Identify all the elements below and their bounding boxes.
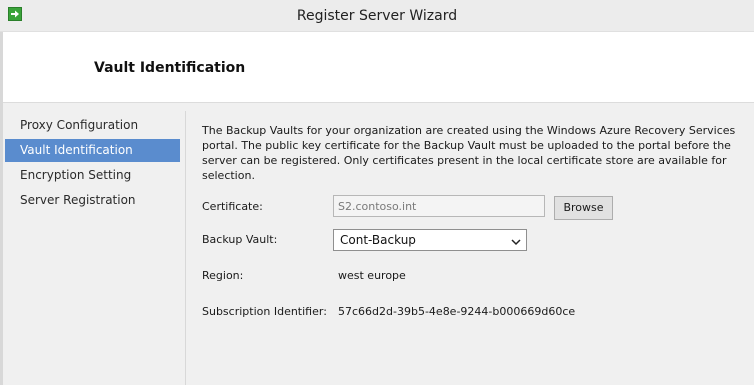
certificate-input[interactable] <box>333 195 545 217</box>
subscription-identifier-value: 57c66d2d-39b5-4e8e-9244-b000669d60ce <box>338 305 576 318</box>
window-title: Register Server Wizard <box>296 8 458 24</box>
sidebar-item-proxy-configuration[interactable]: Proxy Configuration <box>5 114 180 137</box>
backup-vault-label: Backup Vault: <box>202 233 278 246</box>
chevron-down-icon <box>511 236 521 249</box>
title-bar: Register Server Wizard <box>0 0 754 32</box>
certificate-label: Certificate: <box>202 200 263 213</box>
backup-vault-select[interactable]: Cont-Backup <box>333 229 527 251</box>
browse-button[interactable]: Browse <box>554 196 613 220</box>
sidebar-item-encryption-setting[interactable]: Encryption Setting <box>5 164 180 187</box>
wizard-window: Register Server Wizard Vault Identificat… <box>0 0 754 385</box>
backup-vault-value: Cont-Backup <box>340 233 416 247</box>
wizard-steps-sidebar: Proxy Configuration Vault Identification… <box>5 114 180 214</box>
wizard-header: Vault Identification <box>3 32 754 103</box>
region-value: west europe <box>338 269 406 282</box>
sidebar-item-server-registration[interactable]: Server Registration <box>5 189 180 212</box>
region-label: Region: <box>202 269 244 282</box>
wizard-body: Proxy Configuration Vault Identification… <box>3 103 754 385</box>
description-text: The Backup Vaults for your organization … <box>202 124 736 182</box>
subscription-identifier-label: Subscription Identifier: <box>202 305 327 318</box>
vault-identification-panel: The Backup Vaults for your organization … <box>185 111 754 385</box>
page-title: Vault Identification <box>94 60 246 76</box>
sidebar-item-vault-identification[interactable]: Vault Identification <box>5 139 180 162</box>
